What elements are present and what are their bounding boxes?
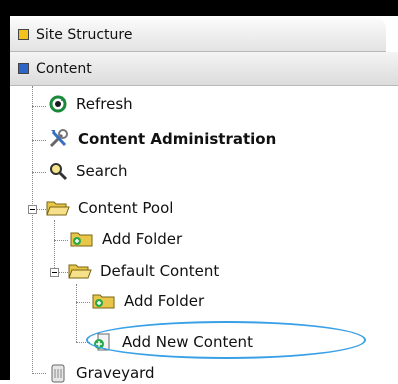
tree-line xyxy=(32,373,46,374)
tree-item-label: Add Folder xyxy=(124,292,205,310)
tab-content[interactable]: Content xyxy=(10,52,398,86)
tree-item-label: Add Folder xyxy=(102,230,183,248)
square-icon xyxy=(18,63,29,74)
magnifier-icon xyxy=(50,163,68,181)
tree-line xyxy=(32,106,46,107)
tree-line xyxy=(54,220,55,272)
add-folder-icon xyxy=(92,294,115,309)
collapse-toggle[interactable] xyxy=(50,268,59,277)
tab-site-structure-label: Site Structure xyxy=(36,26,133,43)
tree-item-label: Refresh xyxy=(76,95,133,113)
tree-item-label: Content Pool xyxy=(78,199,174,217)
tree-line xyxy=(59,272,68,273)
collapse-toggle[interactable] xyxy=(28,205,37,214)
window-left-border xyxy=(0,0,10,380)
tree-item-label: Graveyard xyxy=(76,364,155,382)
tree-line xyxy=(54,240,68,241)
tree-item-default-content[interactable]: Default Content xyxy=(68,262,219,280)
add-folder-icon xyxy=(70,232,93,247)
tree-item-label: Content Administration xyxy=(78,130,277,148)
tree-line xyxy=(76,302,90,303)
refresh-icon xyxy=(49,95,67,113)
highlight-ellipse xyxy=(86,321,366,359)
tree-item-graveyard[interactable]: Graveyard xyxy=(48,362,155,384)
trash-icon xyxy=(51,364,65,383)
tools-icon xyxy=(49,129,68,148)
tree-item-refresh[interactable]: Refresh xyxy=(48,94,133,114)
tree-item-add-folder[interactable]: Add Folder xyxy=(70,230,182,248)
tree-item-search[interactable]: Search xyxy=(48,161,128,181)
tab-site-structure[interactable]: Site Structure xyxy=(10,18,386,52)
window-top-border xyxy=(0,0,398,16)
tree-line xyxy=(32,140,46,141)
folder-open-icon xyxy=(46,201,70,216)
tree-item-content-administration[interactable]: Content Administration xyxy=(48,128,276,150)
tree-line xyxy=(32,86,33,374)
tree-item-label: Search xyxy=(76,162,128,180)
square-icon xyxy=(18,29,29,40)
tree-line xyxy=(37,209,46,210)
tree-item-content-pool[interactable]: Content Pool xyxy=(46,199,173,217)
tree-item-label: Default Content xyxy=(100,262,220,280)
tab-content-label: Content xyxy=(36,60,92,77)
content-tree: Refresh Content Administration Search Co… xyxy=(10,86,398,383)
folder-open-icon xyxy=(68,264,92,279)
tree-line xyxy=(76,284,77,342)
tree-line xyxy=(32,172,46,173)
tree-item-add-folder[interactable]: Add Folder xyxy=(92,292,204,310)
